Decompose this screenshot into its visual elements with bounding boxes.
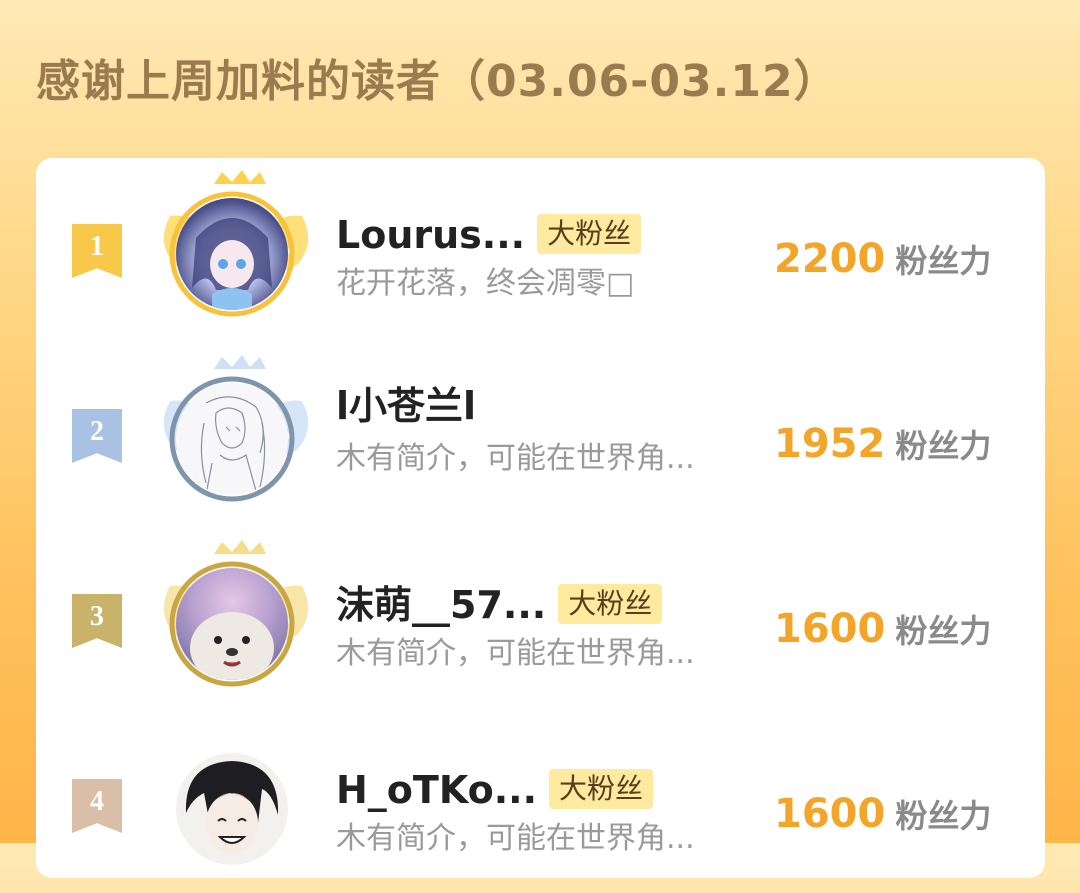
reader-name[interactable]: H_oTKo... 大粉丝 (336, 767, 654, 813)
leaderboard-card: 1 Lourus... 大粉丝 花开花落，终会凋零□ 2200 粉丝力 2 l小… (36, 158, 1045, 878)
list-item[interactable]: 2 l小苍兰l 木有简介，可能在世界角... 1952 粉丝力 (36, 353, 1045, 523)
avatar-frame (146, 723, 326, 893)
fan-score: 2200 粉丝力 (774, 236, 992, 282)
fan-badge: 大粉丝 (558, 583, 663, 624)
reader-bio: 木有简介，可能在世界角... (336, 441, 695, 476)
avatar[interactable] (176, 568, 288, 680)
reader-name[interactable]: 沫萌__57... 大粉丝 (336, 582, 663, 628)
reader-bio: 木有简介，可能在世界角... (336, 636, 695, 671)
page-title: 感谢上周加料的读者（03.06-03.12） (36, 56, 839, 107)
avatar-frame (146, 168, 326, 338)
fan-score: 1952 粉丝力 (774, 421, 992, 467)
list-item[interactable]: 4 H_oTKo... 大粉丝 木有简介，可能在世界角... 1600 粉丝力 (36, 723, 1045, 893)
list-item[interactable]: 3 沫萌__57... 大粉丝 木有简介，可能在世界角... 1600 粉丝力 (36, 538, 1045, 708)
rank-badge: 1 (72, 224, 122, 278)
avatar-frame (146, 538, 326, 708)
avatar-frame (146, 353, 326, 523)
rank-badge: 3 (72, 594, 122, 648)
fan-badge: 大粉丝 (537, 213, 642, 254)
fan-badge: 大粉丝 (549, 768, 654, 809)
reader-name[interactable]: l小苍兰l (336, 383, 476, 429)
avatar[interactable] (176, 753, 288, 865)
list-item[interactable]: 1 Lourus... 大粉丝 花开花落，终会凋零□ 2200 粉丝力 (36, 168, 1045, 338)
fan-score: 1600 粉丝力 (774, 791, 992, 837)
reader-bio: 木有简介，可能在世界角... (336, 821, 695, 856)
avatar[interactable] (176, 383, 288, 495)
rank-badge: 2 (72, 409, 122, 463)
reader-name[interactable]: Lourus... 大粉丝 (336, 212, 642, 258)
rank-badge: 4 (72, 779, 122, 833)
reader-bio: 花开花落，终会凋零□ (336, 266, 635, 301)
avatar[interactable] (176, 198, 288, 310)
fan-score: 1600 粉丝力 (774, 606, 992, 652)
